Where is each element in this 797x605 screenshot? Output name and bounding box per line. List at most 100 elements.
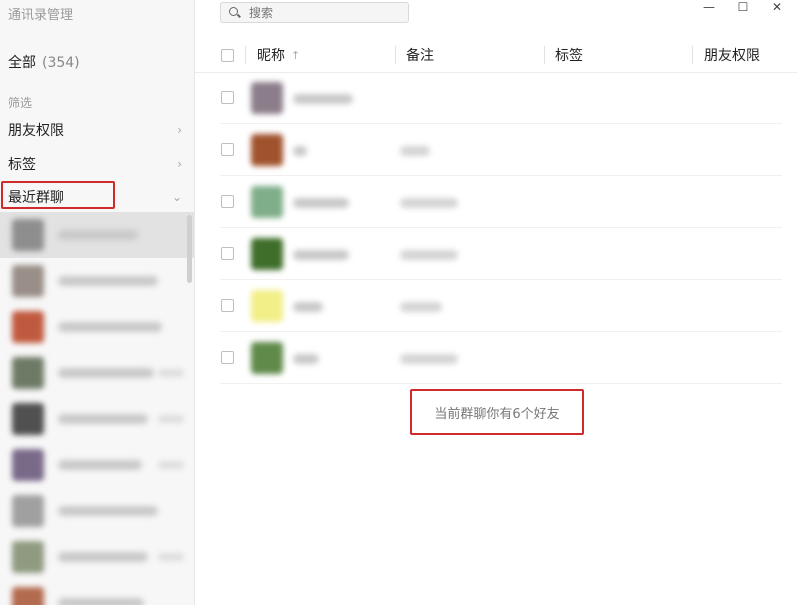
column-divider: [245, 46, 246, 64]
column-header-nickname[interactable]: 昵称 ↑: [257, 38, 300, 72]
group-name-blurred: [58, 460, 142, 470]
contact-avatar: [251, 238, 283, 270]
contact-remark-blurred: [400, 354, 458, 364]
group-list-item[interactable]: [0, 396, 194, 442]
group-avatar: [12, 449, 44, 481]
column-header-label: 备注: [406, 48, 434, 64]
group-meta-blurred: [158, 415, 184, 423]
close-button[interactable]: ✕: [763, 0, 791, 14]
main-panel: — ☐ ✕ 昵称 ↑ 备注 标签 朋友权限: [195, 0, 797, 605]
all-contacts-item[interactable]: 全部 (354): [8, 52, 80, 72]
group-list-item[interactable]: [0, 580, 194, 605]
group-name-blurred: [58, 552, 148, 562]
search-box[interactable]: [220, 2, 409, 23]
contact-nickname-blurred: [293, 94, 353, 104]
table-row[interactable]: [195, 72, 797, 124]
group-name-blurred: [58, 414, 148, 424]
group-avatar: [12, 311, 44, 343]
column-header-friend-permissions[interactable]: 朋友权限: [704, 38, 760, 72]
all-contacts-count: (354): [42, 55, 80, 71]
checkbox[interactable]: [221, 48, 234, 62]
sidebar-item-label: 标签: [8, 157, 36, 173]
contact-avatar: [251, 134, 283, 166]
select-all-checkbox[interactable]: [221, 38, 234, 72]
group-avatar: [12, 403, 44, 435]
group-avatar: [12, 587, 44, 605]
group-name-blurred: [58, 230, 138, 240]
column-divider[interactable]: [544, 46, 545, 64]
contact-avatar: [251, 186, 283, 218]
row-divider: [220, 383, 782, 384]
group-meta-blurred: [158, 369, 184, 377]
group-avatar: [12, 265, 44, 297]
filter-heading: 筛选: [8, 96, 33, 110]
sidebar: 通讯录管理 全部 (354) 筛选 朋友权限 › 标签 › 最近群聊 ⌄: [0, 0, 195, 605]
friends-in-group-summary: 当前群聊你有6个好友: [410, 389, 584, 435]
group-name-blurred: [58, 276, 158, 286]
sidebar-item-label: 朋友权限: [8, 123, 64, 139]
search-input[interactable]: [247, 4, 401, 21]
table-row[interactable]: [195, 176, 797, 228]
group-avatar: [12, 219, 44, 251]
group-name-blurred: [58, 506, 158, 516]
search-icon: [227, 5, 243, 21]
group-avatar: [12, 541, 44, 573]
table-row[interactable]: [195, 332, 797, 384]
group-avatar: [12, 495, 44, 527]
highlight-box-recent-groups: [1, 181, 115, 209]
chevron-down-icon: ⌄: [171, 190, 182, 204]
all-contacts-label: 全部: [8, 55, 36, 71]
column-header-tags[interactable]: 标签: [555, 38, 583, 72]
contact-remark-blurred: [400, 250, 458, 260]
app-title: 通讯录管理: [8, 8, 74, 23]
contact-avatar: [251, 342, 283, 374]
column-divider[interactable]: [395, 46, 396, 64]
summary-text: 当前群聊你有6个好友: [434, 406, 560, 422]
row-checkbox[interactable]: [221, 247, 234, 260]
row-checkbox[interactable]: [221, 143, 234, 156]
row-checkbox[interactable]: [221, 299, 234, 312]
row-checkbox[interactable]: [221, 351, 234, 364]
contact-nickname-blurred: [293, 146, 307, 156]
group-name-blurred: [58, 368, 154, 378]
group-list-item[interactable]: [0, 488, 194, 534]
contact-avatar: [251, 82, 283, 114]
group-meta-blurred: [158, 553, 184, 561]
column-header-label: 标签: [555, 48, 583, 64]
chevron-right-icon: ›: [177, 157, 182, 171]
row-checkbox[interactable]: [221, 91, 234, 104]
table-header: 昵称 ↑ 备注 标签 朋友权限: [195, 38, 797, 73]
contact-remark-blurred: [400, 146, 430, 156]
group-list-item[interactable]: [0, 534, 194, 580]
group-meta-blurred: [158, 461, 184, 469]
contact-nickname-blurred: [293, 302, 323, 312]
sort-ascending-icon: ↑: [291, 48, 301, 62]
minimize-button[interactable]: —: [695, 0, 723, 14]
maximize-button[interactable]: ☐: [729, 0, 757, 14]
group-name-blurred: [58, 598, 144, 605]
table-row[interactable]: [195, 124, 797, 176]
column-header-remark[interactable]: 备注: [406, 38, 434, 72]
table-row[interactable]: [195, 228, 797, 280]
contact-remark-blurred: [400, 198, 458, 208]
sidebar-item-tags[interactable]: 标签 ›: [0, 147, 194, 181]
column-header-label: 昵称: [257, 48, 285, 64]
row-checkbox[interactable]: [221, 195, 234, 208]
column-divider[interactable]: [692, 46, 693, 64]
group-list-item[interactable]: [0, 258, 194, 304]
group-name-blurred: [58, 322, 162, 332]
contact-nickname-blurred: [293, 250, 349, 260]
group-list-item[interactable]: [0, 304, 194, 350]
sidebar-scrollbar[interactable]: [187, 215, 192, 283]
contact-remark-blurred: [400, 302, 442, 312]
table-row[interactable]: [195, 280, 797, 332]
contact-nickname-blurred: [293, 198, 349, 208]
group-list-item[interactable]: [0, 212, 194, 258]
sidebar-item-friend-permissions[interactable]: 朋友权限 ›: [0, 113, 194, 147]
chevron-right-icon: ›: [177, 123, 182, 137]
contact-avatar: [251, 290, 283, 322]
group-list-item[interactable]: [0, 350, 194, 396]
column-header-label: 朋友权限: [704, 48, 760, 64]
contact-nickname-blurred: [293, 354, 319, 364]
group-list-item[interactable]: [0, 442, 194, 488]
